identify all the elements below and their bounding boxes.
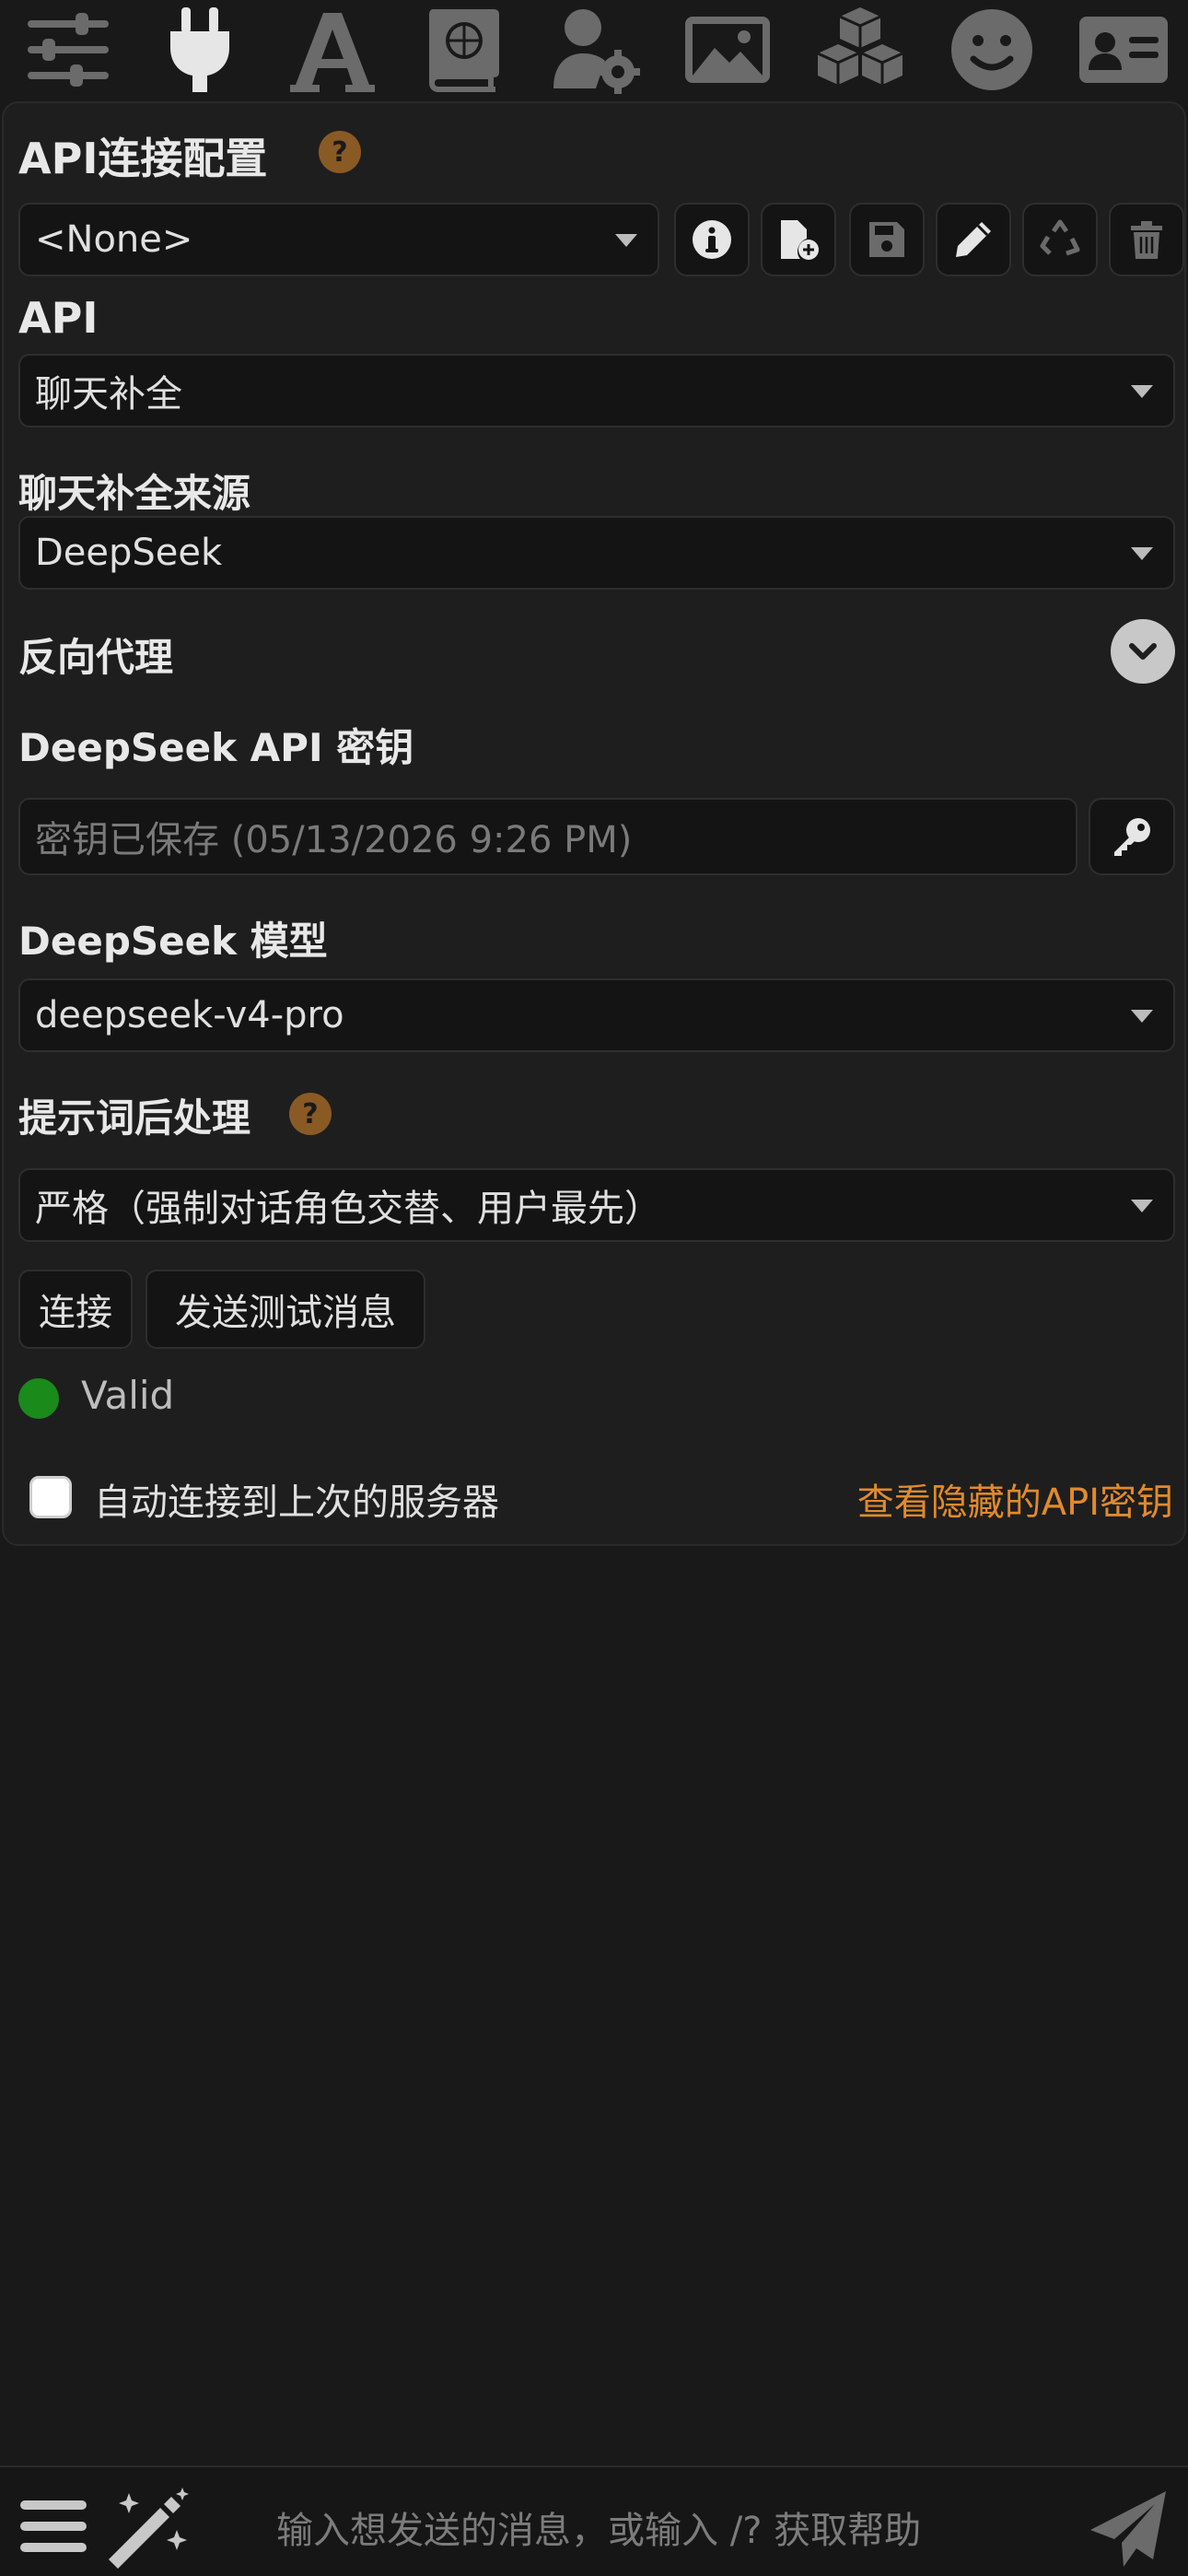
reload-profile-button[interactable] <box>1022 203 1098 276</box>
model-select[interactable]: deepseek-v4-pro <box>18 978 1175 1052</box>
new-profile-button[interactable] <box>761 203 836 276</box>
pencil-icon <box>956 222 991 257</box>
status-indicator <box>18 1378 59 1419</box>
auto-connect-label: 自动连接到上次的服务器 <box>94 1481 499 1524</box>
edit-profile-button[interactable] <box>936 203 1011 276</box>
info-icon <box>693 220 731 259</box>
image-icon[interactable] <box>676 0 779 100</box>
message-input[interactable]: 输入想发送的消息，或输入 /? 获取帮助 <box>276 2500 921 2554</box>
status-text: Valid <box>81 1373 175 1418</box>
id-card-icon[interactable] <box>1072 0 1175 100</box>
chevron-down-icon <box>1131 385 1153 398</box>
chat-source-select[interactable]: DeepSeek <box>18 516 1175 590</box>
user-gear-icon[interactable] <box>544 0 647 100</box>
api-key-heading: DeepSeek API 密钥 <box>18 725 414 770</box>
chevron-down-icon <box>615 234 637 247</box>
connection-profile-help-icon[interactable]: ? <box>319 131 361 173</box>
trash-icon <box>1131 221 1162 259</box>
info-button[interactable] <box>674 203 750 276</box>
view-hidden-keys-link[interactable]: 查看隐藏的API密钥 <box>857 1472 1173 1526</box>
save-profile-button[interactable] <box>849 203 925 276</box>
chat-source-value: DeepSeek <box>35 532 223 574</box>
font-icon[interactable] <box>281 0 384 100</box>
connection-profile-heading: API连接配置 <box>18 134 268 183</box>
chevron-down-icon <box>1131 1200 1153 1212</box>
plug-icon[interactable] <box>148 0 251 100</box>
send-test-message-button[interactable]: 发送测试消息 <box>146 1270 425 1349</box>
chevron-down-icon <box>1129 643 1157 660</box>
api-select[interactable]: 聊天补全 <box>18 354 1175 427</box>
chat-source-heading: 聊天补全来源 <box>18 471 251 516</box>
prompt-post-help-icon[interactable]: ? <box>289 1093 332 1135</box>
chevron-down-icon <box>1131 547 1153 560</box>
chevron-down-icon <box>1131 1010 1153 1023</box>
prompt-post-select[interactable]: 严格（强制对话角色交替、用户最先） <box>18 1168 1175 1242</box>
menu-icon[interactable] <box>17 2489 90 2563</box>
api-key-button[interactable] <box>1089 798 1175 875</box>
top-nav <box>0 0 1188 100</box>
sliders-icon[interactable] <box>17 0 120 100</box>
magic-wand-icon[interactable] <box>103 2486 192 2569</box>
file-circle-plus-icon <box>781 220 819 260</box>
reverse-proxy-toggle[interactable] <box>1111 619 1175 684</box>
auto-connect-checkbox[interactable] <box>29 1476 72 1518</box>
model-value: deepseek-v4-pro <box>35 994 344 1036</box>
cubes-icon[interactable] <box>809 0 912 100</box>
send-icon[interactable] <box>1087 2488 1170 2570</box>
prompt-post-value: 严格（强制对话角色交替、用户最先） <box>35 1188 661 1230</box>
reverse-proxy-heading: 反向代理 <box>18 635 174 680</box>
api-value: 聊天补全 <box>35 373 182 416</box>
key-icon <box>1114 818 1150 856</box>
connect-button[interactable]: 连接 <box>18 1270 133 1349</box>
book-atlas-icon[interactable] <box>413 0 516 100</box>
api-heading: API <box>18 293 99 343</box>
api-key-placeholder: 密钥已保存 (05/13/2026 9:26 PM) <box>35 819 633 861</box>
recycle-icon <box>1040 219 1080 256</box>
delete-profile-button[interactable] <box>1109 203 1184 276</box>
connection-profile-select[interactable]: <None> <box>18 203 659 276</box>
prompt-post-heading: 提示词后处理 <box>18 1095 251 1141</box>
connection-profile-value: <None> <box>35 218 193 261</box>
bottom-bar: 输入想发送的消息，或输入 /? 获取帮助 <box>0 2465 1188 2576</box>
api-connection-panel: API连接配置 ? <None> API 聊天补全 聊天补全来源 DeepSee… <box>2 101 1186 1546</box>
floppy-disk-icon <box>869 222 904 257</box>
model-heading: DeepSeek 模型 <box>18 919 328 964</box>
face-smile-icon[interactable] <box>940 0 1043 100</box>
api-key-input[interactable]: 密钥已保存 (05/13/2026 9:26 PM) <box>18 798 1077 875</box>
